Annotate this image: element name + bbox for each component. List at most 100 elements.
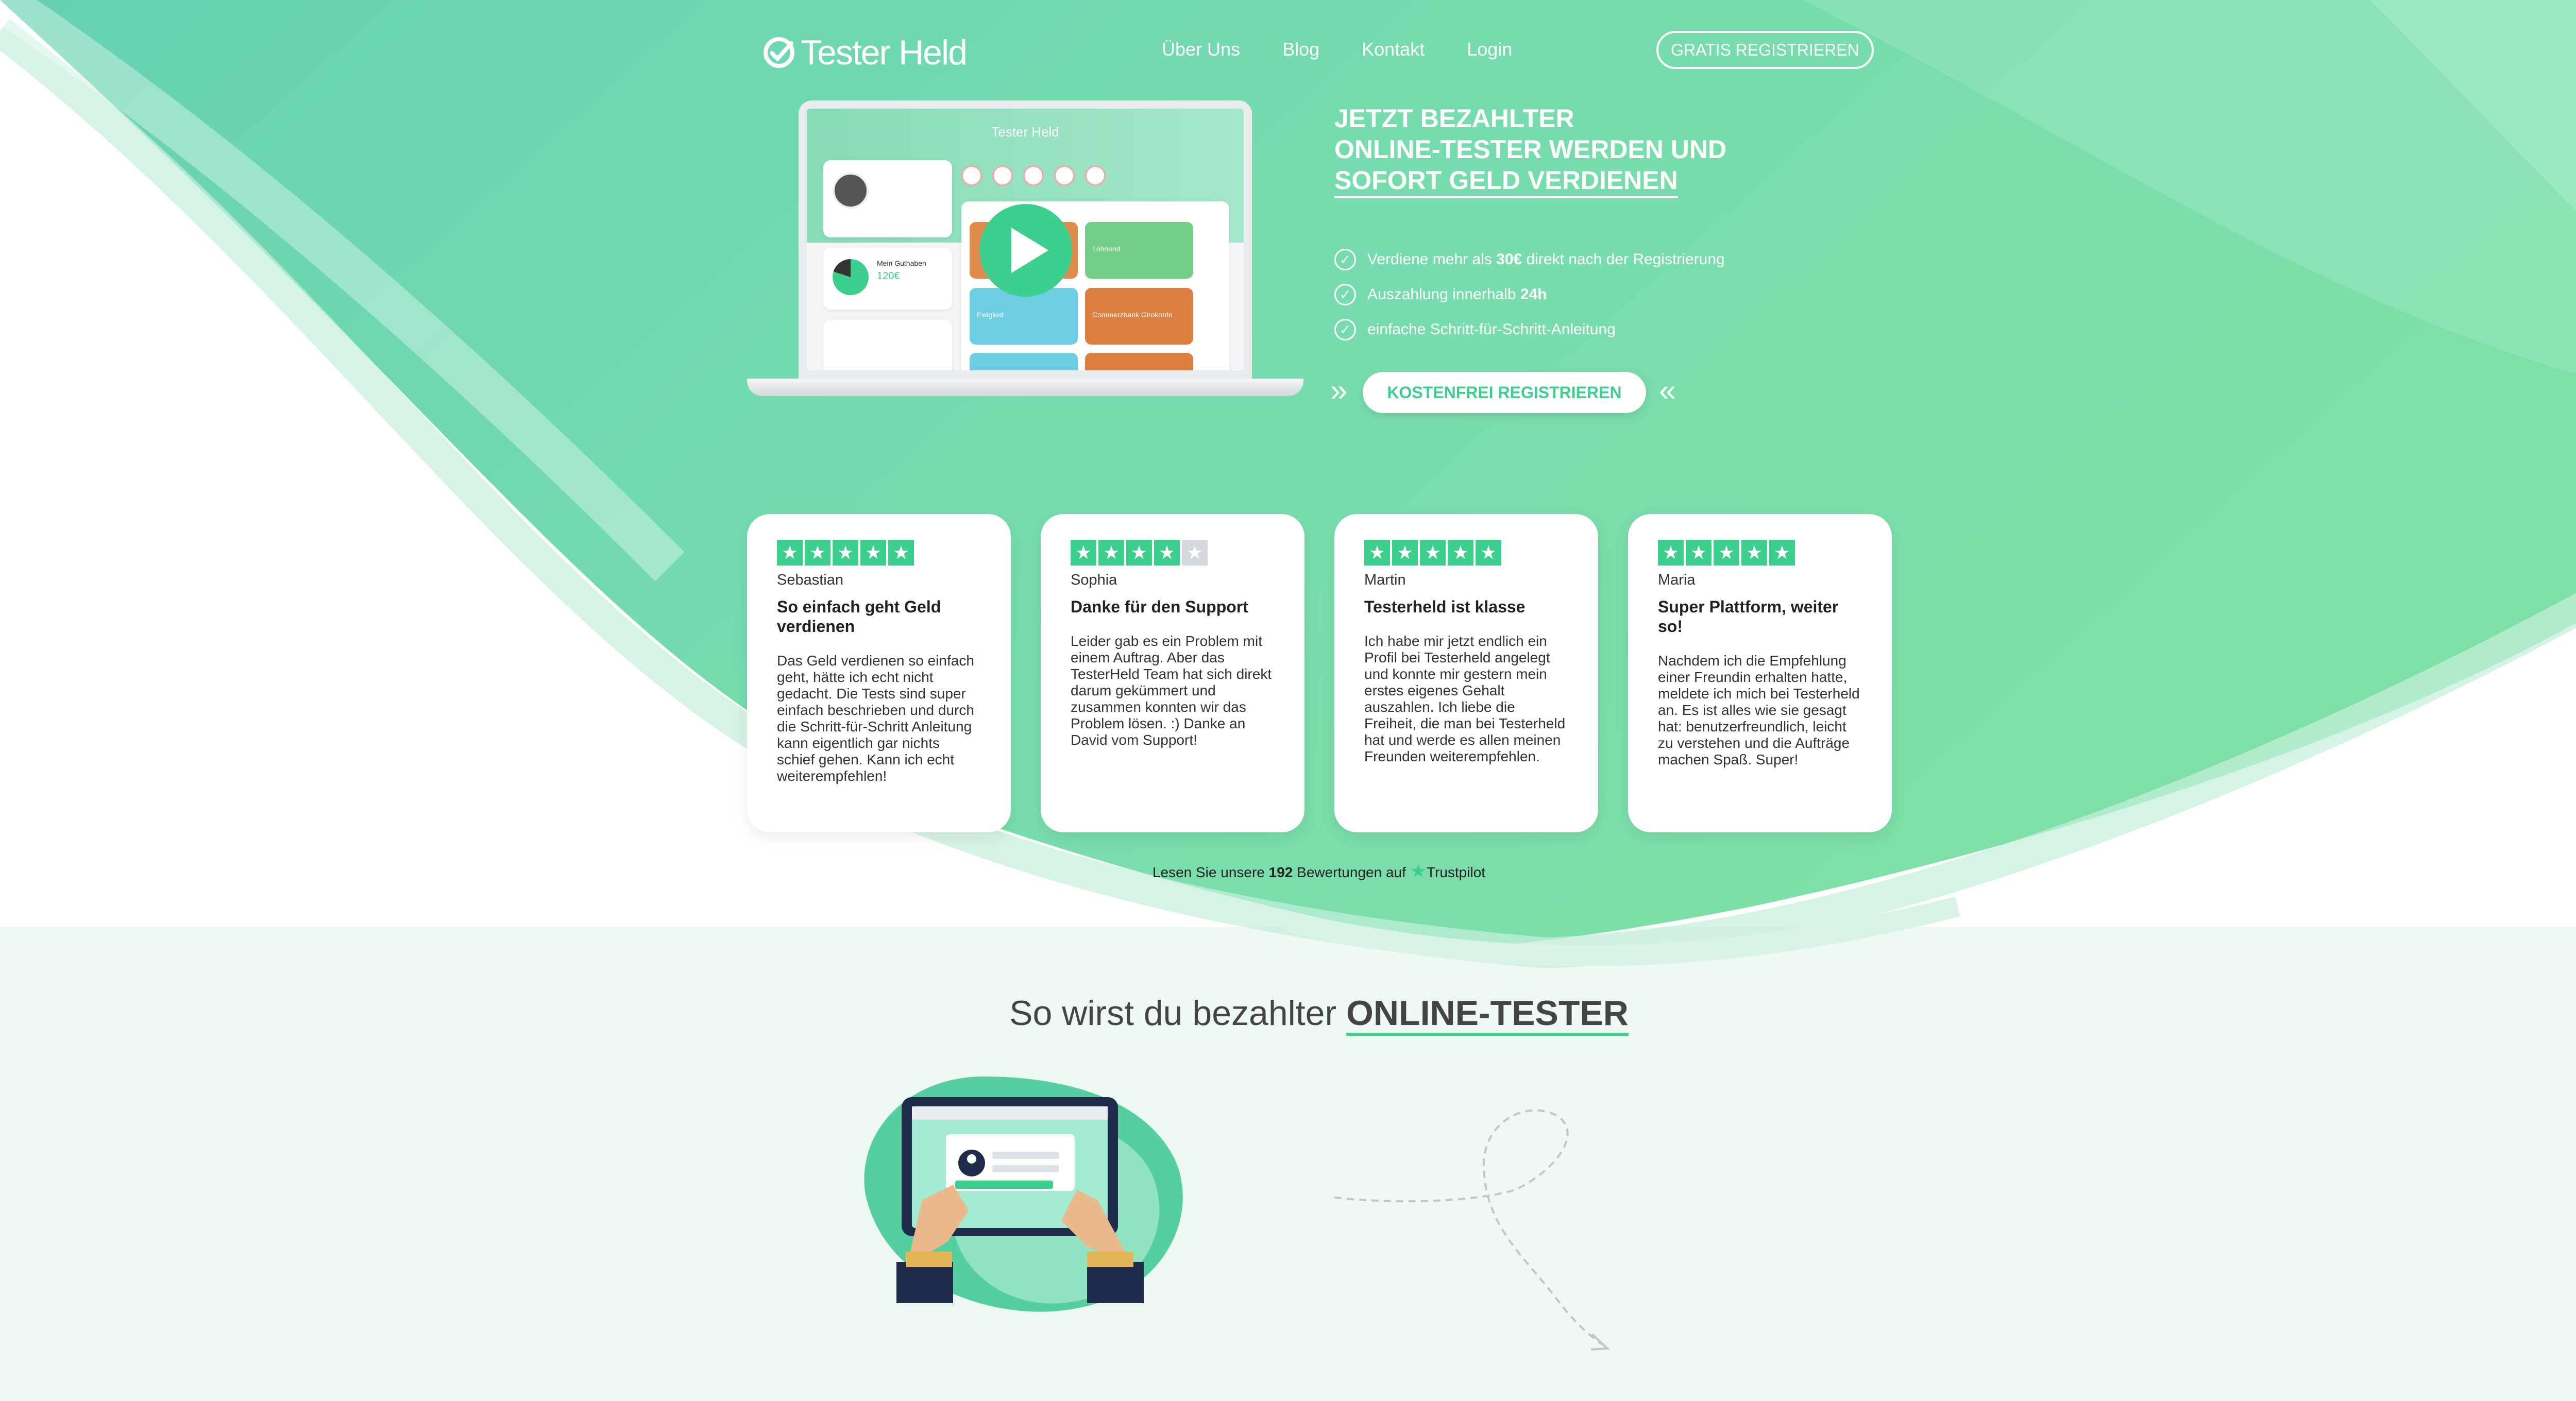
task-tile-label: Ewigkeit — [977, 311, 1004, 319]
benefit-text: Verdiene mehr als — [1367, 251, 1497, 268]
star-icon: ★ — [1769, 540, 1795, 566]
nav-item-blog[interactable]: Blog — [1282, 39, 1319, 60]
star-icon: ★ — [1182, 540, 1208, 566]
nav-item-kontakt[interactable]: Kontakt — [1362, 39, 1425, 60]
screen-balance-card: Mein Guthaben 120€ — [823, 248, 952, 310]
trustpilot-line[interactable]: Lesen Sie unsere 192 Bewertungen auf ★Tr… — [0, 860, 2576, 882]
profile-avatar — [833, 173, 869, 209]
dashed-path-decoration — [1334, 1109, 1610, 1351]
review-text: Leider gab es ein Problem mit einem Auft… — [1071, 633, 1272, 748]
star-icon: ★ — [1154, 540, 1180, 566]
review-title: Testerheld ist klasse — [1364, 597, 1526, 616]
screen-profile-card — [823, 160, 952, 237]
category-icon — [1085, 165, 1106, 186]
review-card: ★ ★ ★ ★ ★ Martin Testerheld ist klasse Ich habe… — [1334, 514, 1598, 832]
laptop-video-preview: Tester Held Mein Guthaben 120€ Lohnend E… — [747, 100, 1303, 409]
benefit-text: einfache Schritt-für-Schritt-Anleitung — [1367, 321, 1616, 338]
chevrons-right-icon: » — [1330, 373, 1348, 407]
review-text: Das Geld verdienen so einfach geht, hätt… — [777, 653, 974, 784]
review-card: ★ ★ ★ ★ ★ Sebastian So einfach geht Geld verdi… — [747, 514, 1011, 832]
site-logo[interactable]: Tester Held — [762, 32, 968, 73]
star-icon: ★ — [1126, 540, 1152, 566]
star-icon: ★ — [1098, 540, 1124, 566]
checkmark-logo-icon — [764, 37, 794, 68]
video-play-button[interactable] — [979, 204, 1072, 297]
check-circle-icon: ✓ — [1334, 319, 1356, 340]
star-icon: ★ — [805, 540, 831, 566]
task-tile — [970, 353, 1078, 370]
category-icon — [992, 165, 1013, 186]
star-rating: ★ ★ ★ ★ ★ — [1364, 540, 1568, 566]
main-nav: Über Uns Blog Kontakt Login — [1162, 39, 1512, 60]
balance-label: Mein Guthaben — [877, 259, 926, 267]
task-tile: Commerzbank Girokonto — [1085, 288, 1193, 345]
review-card: ★ ★ ★ ★ ★ Maria Super Plattform, weiter so! Nac… — [1628, 514, 1892, 832]
chevrons-left-icon: « — [1659, 373, 1676, 407]
review-text: Nachdem ich die Empfehlung einer Freundi… — [1658, 653, 1860, 767]
section-title-highlight: ONLINE-TESTER — [1346, 994, 1629, 1036]
hero-headline-line1: JETZT BEZAHLTER — [1334, 104, 1574, 133]
register-free-button[interactable]: GRATIS REGISTRIEREN — [1656, 31, 1874, 69]
star-icon: ★ — [1476, 540, 1501, 566]
star-icon: ★ — [1071, 540, 1096, 566]
check-circle-icon: ✓ — [1334, 249, 1356, 270]
trustpilot-text: Lesen Sie unsere — [1152, 864, 1269, 880]
balance-value: 120€ — [877, 270, 900, 282]
category-icon — [1023, 165, 1044, 186]
logo-text: Tester Held — [801, 33, 968, 72]
benefit-item: ✓ einfache Schritt-für-Schritt-Anleitung — [1334, 312, 1725, 347]
trustpilot-brand: Trustpilot — [1426, 864, 1486, 880]
task-tile — [1085, 353, 1193, 370]
star-icon: ★ — [1364, 540, 1390, 566]
check-circle-icon: ✓ — [1334, 284, 1356, 305]
star-icon: ★ — [1658, 540, 1684, 566]
star-rating: ★ ★ ★ ★ ★ — [1658, 540, 1862, 566]
star-icon: ★ — [1686, 540, 1711, 566]
star-rating: ★ ★ ★ ★ ★ — [777, 540, 981, 566]
star-icon: ★ — [1448, 540, 1473, 566]
benefit-text: direkt nach der Registrierung — [1522, 251, 1725, 268]
category-icon — [1054, 165, 1075, 186]
section-title-text: So wirst du bezahlter — [1009, 994, 1347, 1033]
review-card: ★ ★ ★ ★ ★ Sophia Danke für den Support Leider g… — [1041, 514, 1304, 832]
benefit-list: ✓ Verdiene mehr als 30€ direkt nach der … — [1334, 242, 1725, 347]
benefit-text: Auszahlung innerhalb — [1367, 286, 1520, 303]
benefit-highlight: 24h — [1520, 286, 1547, 303]
star-icon: ★ — [1392, 540, 1418, 566]
star-icon: ★ — [1741, 540, 1767, 566]
screen-referral-card — [823, 320, 952, 370]
laptop-base — [747, 379, 1303, 396]
review-title: Super Plattform, weiter so! — [1658, 597, 1839, 636]
star-icon: ★ — [1714, 540, 1739, 566]
benefit-item: ✓ Verdiene mehr als 30€ direkt nach der … — [1334, 242, 1725, 277]
trustpilot-star-icon: ★ — [1410, 860, 1427, 881]
benefit-item: ✓ Auszahlung innerhalb 24h — [1334, 277, 1725, 312]
star-icon: ★ — [888, 540, 914, 566]
review-title: So einfach geht Geld verdienen — [777, 597, 941, 636]
laptop-lid: Tester Held Mein Guthaben 120€ Lohnend E… — [799, 100, 1252, 379]
free-register-cta-button[interactable]: KOSTENFREI REGISTRIEREN — [1363, 372, 1646, 413]
star-icon: ★ — [833, 540, 858, 566]
task-tile-label: Commerzbank Girokonto — [1092, 311, 1173, 319]
nav-item-ueber-uns[interactable]: Über Uns — [1162, 39, 1240, 60]
review-title: Danke für den Support — [1071, 597, 1248, 616]
category-icon — [961, 165, 982, 186]
hero-headline-line3: SOFORT GELD VERDIENEN — [1334, 165, 1678, 198]
task-tile-label: Lohnend — [1092, 245, 1121, 253]
review-count: 192 — [1268, 864, 1293, 880]
benefit-highlight: 30€ — [1496, 251, 1522, 268]
tablet-illustration — [864, 1077, 1183, 1312]
star-icon: ★ — [1420, 540, 1446, 566]
hero-headline-line2: ONLINE-TESTER WERDEN UND — [1334, 135, 1727, 164]
hero-headline: JETZT BEZAHLTER ONLINE-TESTER WERDEN UND… — [1334, 103, 1798, 198]
screen-logo: Tester Held — [991, 124, 1059, 140]
review-author: Martin — [1364, 572, 1406, 588]
section-title: So wirst du bezahlter ONLINE-TESTER — [0, 993, 2576, 1036]
review-text: Ich habe mir jetzt endlich ein Profil be… — [1364, 633, 1566, 764]
trustpilot-text: Bewertungen auf — [1293, 864, 1410, 880]
star-icon: ★ — [860, 540, 886, 566]
nav-item-login[interactable]: Login — [1467, 39, 1512, 60]
laptop-screen: Tester Held Mein Guthaben 120€ Lohnend E… — [807, 109, 1244, 370]
balance-pie-icon — [833, 259, 869, 295]
play-icon — [1011, 228, 1048, 273]
